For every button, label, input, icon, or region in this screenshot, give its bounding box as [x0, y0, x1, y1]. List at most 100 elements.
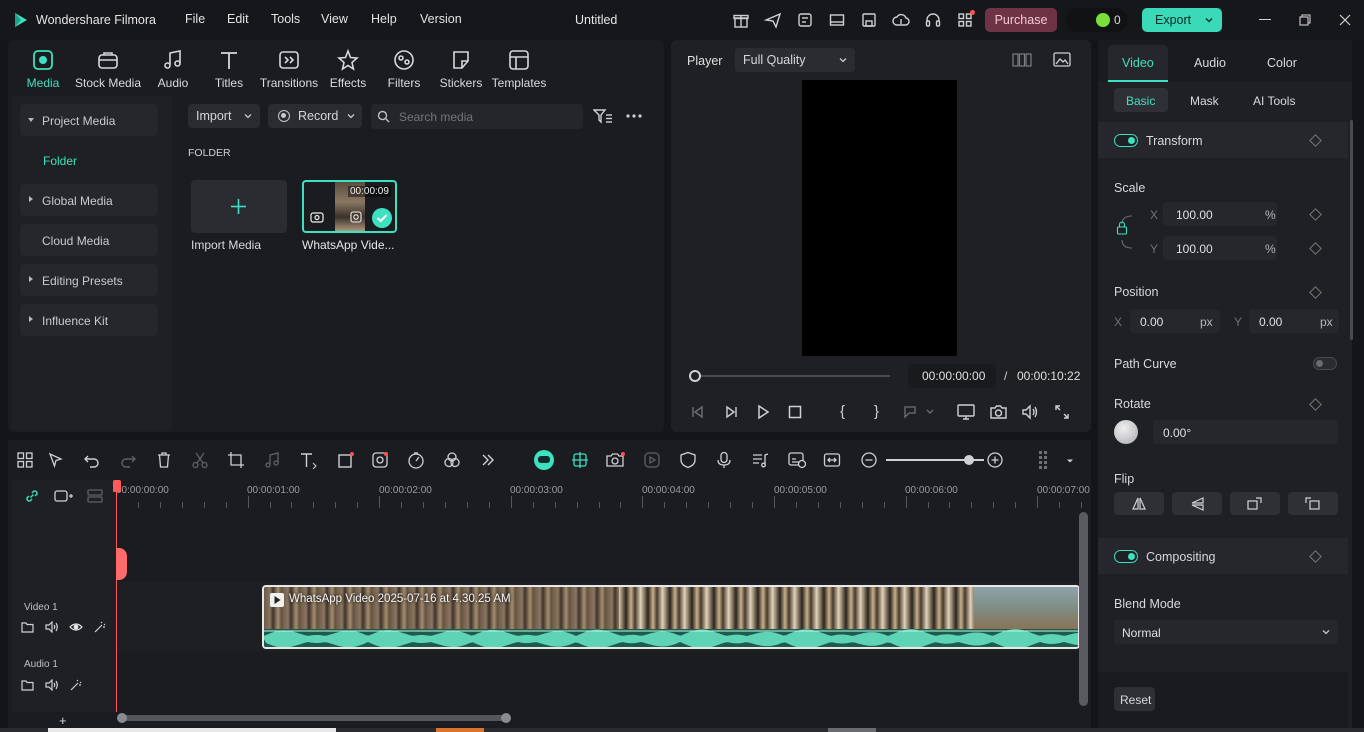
speaker-icon[interactable]: [45, 621, 59, 633]
grid-view-icon[interactable]: [1012, 53, 1032, 67]
rotate-input[interactable]: 0.00°: [1153, 420, 1338, 444]
media-clip-thumbnail[interactable]: 00:00:09: [302, 180, 397, 233]
eye-icon[interactable]: [69, 622, 83, 632]
subtitle-icon[interactable]: [787, 451, 807, 469]
volume-icon[interactable]: [1021, 404, 1039, 420]
audio-adjust-icon[interactable]: [263, 451, 281, 469]
snapshot-image-icon[interactable]: [1053, 52, 1071, 67]
shape-tool-icon[interactable]: [337, 451, 355, 469]
track-manager-icon[interactable]: [87, 488, 103, 504]
layout-grid-icon[interactable]: [16, 451, 34, 469]
more-tools-icon[interactable]: [479, 451, 497, 469]
crop-icon[interactable]: [227, 451, 245, 469]
headset-icon[interactable]: [924, 11, 942, 29]
tab-audio[interactable]: Audio: [1194, 56, 1226, 70]
microphone-icon[interactable]: [715, 451, 733, 469]
more-options-icon[interactable]: [626, 114, 642, 118]
camera-snapshot-icon[interactable]: [990, 404, 1007, 419]
gift-icon[interactable]: [732, 11, 750, 29]
menu-help[interactable]: Help: [371, 12, 397, 26]
reset-button[interactable]: Reset: [1114, 687, 1155, 711]
apps-grid-icon[interactable]: [956, 10, 975, 29]
track-settings-icon[interactable]: [1037, 451, 1055, 469]
undo-icon[interactable]: [83, 451, 101, 469]
tool-templates[interactable]: Templates: [484, 46, 554, 90]
progress-handle[interactable]: [689, 370, 701, 382]
play-icon[interactable]: [755, 404, 771, 420]
motion-track-icon[interactable]: [643, 451, 661, 469]
flip-horizontal-button[interactable]: [1114, 492, 1164, 515]
timeline-horizontal-scrollbar[interactable]: [122, 715, 506, 721]
sidebar-item-global-media[interactable]: Global Media: [20, 184, 158, 216]
magic-wand-icon[interactable]: [93, 621, 106, 634]
rotate-right-button[interactable]: [1230, 492, 1280, 515]
save-icon[interactable]: [860, 11, 878, 29]
playhead-top[interactable]: [113, 480, 121, 492]
filter-icon[interactable]: [593, 108, 613, 124]
subtab-mask[interactable]: Mask: [1190, 94, 1219, 108]
tab-color[interactable]: Color: [1267, 56, 1297, 70]
transform-toggle[interactable]: [1114, 134, 1138, 147]
ai-tool-icon[interactable]: [371, 451, 389, 469]
compositing-toggle[interactable]: [1114, 550, 1138, 563]
position-x-input[interactable]: 0.00 px: [1130, 309, 1220, 333]
add-track-icon[interactable]: [54, 489, 74, 503]
menu-file[interactable]: File: [185, 12, 205, 26]
close-icon[interactable]: [1339, 14, 1351, 26]
magic-wand-icon[interactable]: [69, 679, 82, 692]
cut-icon[interactable]: [191, 451, 209, 469]
scrollbar-handle-left[interactable]: [117, 713, 127, 723]
rotate-left-button[interactable]: [1288, 492, 1338, 515]
scrollbar-handle-right[interactable]: [501, 713, 511, 723]
cloud-upload-icon[interactable]: [892, 11, 910, 29]
camera-record-icon[interactable]: [606, 451, 625, 469]
flip-vertical-button[interactable]: [1172, 492, 1222, 515]
auto-highlight-icon[interactable]: [571, 451, 589, 469]
shield-icon[interactable]: [679, 451, 697, 469]
tab-video[interactable]: Video: [1108, 45, 1168, 82]
tool-media[interactable]: Media: [8, 46, 78, 90]
video-clip[interactable]: WhatsApp Video 2025-07-16 at 4.30.25 AM: [262, 585, 1080, 649]
minimize-icon[interactable]: [1259, 19, 1271, 20]
search-field[interactable]: [371, 104, 583, 129]
tool-stock-media[interactable]: Stock Media: [73, 46, 143, 90]
select-tool-icon[interactable]: [47, 451, 65, 469]
playhead-marker[interactable]: [116, 548, 127, 580]
display-icon[interactable]: [957, 404, 975, 420]
chevron-down-icon[interactable]: [1065, 456, 1075, 466]
subtab-ai-tools[interactable]: AI Tools: [1253, 94, 1295, 108]
props-scrollbar[interactable]: [1350, 120, 1353, 340]
sidebar-item-editing-presets[interactable]: Editing Presets: [20, 264, 158, 296]
rotate-dial[interactable]: [1114, 420, 1138, 444]
menu-edit[interactable]: Edit: [227, 12, 249, 26]
maximize-icon[interactable]: [1299, 14, 1311, 26]
color-match-icon[interactable]: [443, 451, 461, 469]
send-icon[interactable]: [764, 11, 782, 29]
blend-mode-dropdown[interactable]: Normal: [1114, 620, 1338, 644]
import-media-tile[interactable]: [191, 180, 287, 233]
mark-out-icon[interactable]: }: [874, 403, 879, 420]
subtab-basic[interactable]: Basic: [1114, 88, 1168, 112]
sidebar-item-cloud-media[interactable]: Cloud Media: [20, 224, 158, 256]
purchase-button[interactable]: Purchase: [985, 8, 1057, 32]
snap-icon[interactable]: [823, 451, 841, 469]
speed-icon[interactable]: [407, 451, 425, 469]
delete-icon[interactable]: [155, 451, 173, 469]
next-frame-icon[interactable]: [723, 404, 739, 420]
ai-assistant-icon[interactable]: [534, 450, 554, 470]
text-tool-icon[interactable]: [299, 451, 317, 469]
insert-icon[interactable]: [903, 405, 933, 419]
folder-icon[interactable]: [21, 621, 34, 633]
menu-version[interactable]: Version: [420, 12, 462, 26]
playhead-line[interactable]: [116, 484, 117, 712]
search-input[interactable]: [399, 108, 575, 125]
menu-tools[interactable]: Tools: [271, 12, 300, 26]
record-button[interactable]: Record: [268, 104, 362, 128]
project-settings-icon[interactable]: [796, 11, 814, 29]
prev-frame-icon[interactable]: [690, 404, 706, 420]
mark-in-icon[interactable]: {: [840, 403, 845, 420]
sidebar-item-influence-kit[interactable]: Influence Kit: [20, 304, 158, 336]
menu-view[interactable]: View: [321, 12, 348, 26]
speaker-icon[interactable]: [45, 679, 59, 691]
stop-icon[interactable]: [788, 405, 802, 419]
